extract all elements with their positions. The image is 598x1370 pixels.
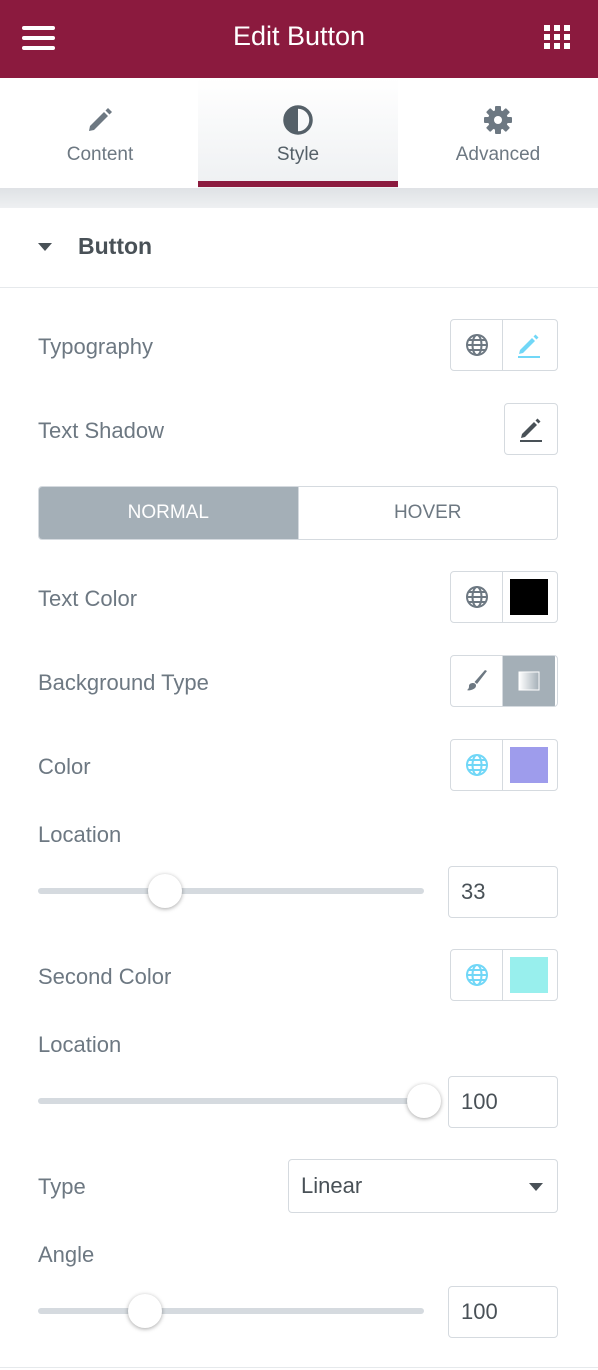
normal-tab[interactable]: NORMAL: [39, 487, 298, 539]
second-color-swatch: [510, 957, 548, 993]
location-slider-thumb[interactable]: [148, 874, 183, 908]
gradient-icon: [518, 671, 540, 691]
text-color-swatch: [510, 579, 548, 615]
typography-controls: [450, 319, 558, 371]
color-swatch: [510, 747, 548, 783]
type-label: Type: [38, 1174, 86, 1199]
tab-advanced-label: Advanced: [455, 144, 541, 165]
panel-tabs: Content Style Advanced: [0, 78, 598, 188]
angle-slider[interactable]: [38, 1308, 424, 1314]
type-select[interactable]: Linear: [288, 1159, 558, 1213]
background-classic-button[interactable]: [451, 656, 503, 706]
globe-icon: [466, 964, 488, 986]
active-tab-indicator: [198, 181, 398, 187]
tab-content[interactable]: Content: [0, 78, 200, 188]
background-type-controls: [450, 655, 558, 707]
tab-content-label: Content: [66, 144, 134, 165]
text-shadow-controls: [504, 403, 558, 455]
angle-input[interactable]: 100: [448, 1286, 558, 1338]
text-color-global-button[interactable]: [451, 572, 503, 622]
second-color-label: Second Color: [38, 964, 172, 989]
text-color-label: Text Color: [38, 586, 138, 611]
type-select-value: Linear: [301, 1173, 363, 1198]
angle-label: Angle: [38, 1242, 95, 1267]
second-color-controls: [450, 949, 558, 1001]
panel-header: Edit Button: [0, 0, 598, 78]
color-global-button[interactable]: [451, 740, 503, 790]
second-location-slider-thumb[interactable]: [407, 1084, 441, 1118]
pencil-icon: [520, 418, 542, 442]
chevron-down-icon: [529, 1183, 543, 1191]
globe-icon: [466, 334, 488, 356]
location-label: Location: [38, 822, 122, 847]
hover-tab[interactable]: HOVER: [297, 487, 558, 539]
section-divider: [0, 1367, 598, 1368]
caret-down-icon: [38, 243, 52, 251]
gear-icon: [482, 104, 514, 136]
globe-icon: [466, 754, 488, 776]
color-controls: [450, 739, 558, 791]
typography-global-button[interactable]: [451, 320, 503, 370]
second-location-input[interactable]: 100: [448, 1076, 558, 1128]
half-circle-contrast-icon: [282, 104, 314, 136]
pencil-icon: [518, 334, 540, 358]
text-color-picker[interactable]: [503, 572, 555, 622]
color-picker[interactable]: [503, 740, 555, 790]
tabs-divider: [0, 188, 598, 208]
grid-apps-icon[interactable]: [544, 25, 572, 49]
typography-edit-button[interactable]: [503, 320, 555, 370]
second-color-global-button[interactable]: [451, 950, 503, 1000]
globe-icon: [466, 586, 488, 608]
second-color-picker[interactable]: [503, 950, 555, 1000]
tab-style-label: Style: [276, 144, 320, 165]
text-shadow-edit-button[interactable]: [505, 404, 557, 454]
section-title: Button: [78, 233, 153, 259]
second-location-label: Location: [38, 1032, 122, 1057]
pencil-icon: [84, 104, 116, 136]
text-color-controls: [450, 571, 558, 623]
tab-advanced[interactable]: Advanced: [398, 78, 598, 188]
location-slider[interactable]: [38, 888, 424, 894]
tab-style[interactable]: Style: [198, 78, 398, 188]
color-label: Color: [38, 754, 91, 779]
paint-brush-icon: [467, 670, 487, 691]
section-button-header[interactable]: Button: [0, 208, 598, 288]
background-gradient-button[interactable]: [503, 656, 555, 706]
angle-slider-thumb[interactable]: [128, 1294, 163, 1328]
location-input[interactable]: 33: [448, 866, 558, 918]
panel-title: Edit Button: [232, 21, 366, 51]
text-shadow-label: Text Shadow: [38, 418, 164, 443]
state-toggle: NORMAL HOVER: [38, 486, 558, 540]
typography-label: Typography: [38, 334, 153, 359]
second-location-slider[interactable]: [38, 1098, 424, 1104]
background-type-label: Background Type: [38, 670, 209, 695]
